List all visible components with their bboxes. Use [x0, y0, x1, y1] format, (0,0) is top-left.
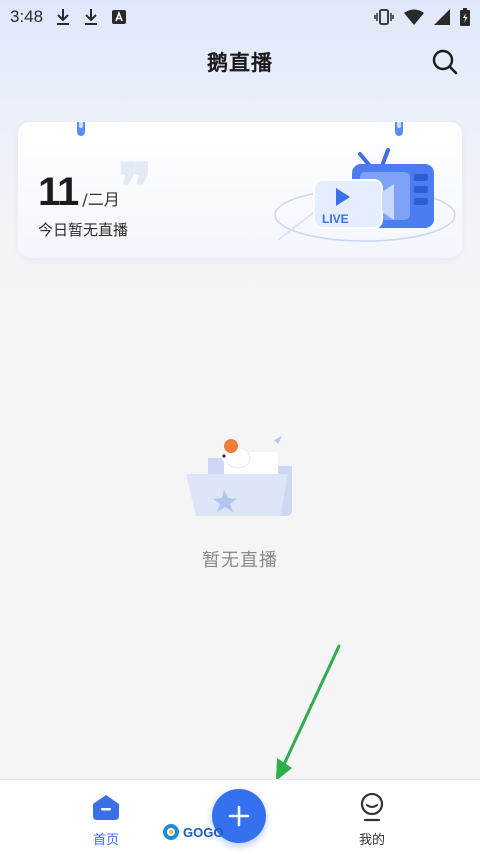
status-bar: 3:48: [0, 0, 480, 34]
profile-icon: [360, 792, 384, 822]
download-icon: [57, 9, 70, 25]
empty-state-text: 暂无直播: [202, 550, 278, 571]
battery-icon: [460, 8, 470, 26]
watermark-text: GOGO: [183, 824, 224, 840]
date-line: 11 / 二月: [38, 170, 120, 215]
vibrate-icon: [374, 9, 394, 25]
app-notification-icon: [112, 10, 127, 24]
header: 鹅直播: [0, 40, 480, 84]
tab-mine[interactable]: 我的: [322, 780, 422, 854]
signal-icon: [434, 9, 450, 25]
download-icon: [85, 9, 98, 25]
status-time: 3:48: [10, 7, 44, 26]
date-day: 11: [38, 170, 79, 214]
page-title: 鹅直播: [207, 51, 273, 75]
date-month: 二月: [87, 190, 120, 209]
home-icon: [93, 795, 119, 820]
tab-home-label: 首页: [92, 833, 119, 848]
live-badge-text: LIVE: [322, 212, 349, 226]
status-right: [374, 8, 470, 26]
status-left: 3:48: [10, 7, 127, 27]
wifi-icon: [404, 9, 424, 25]
live-tv-illustration: LIVE: [274, 148, 456, 242]
watermark-logo: GOGO: [162, 822, 223, 842]
search-icon: [432, 49, 458, 75]
search-button[interactable]: [430, 47, 460, 77]
quote-decoration: ❞: [118, 150, 153, 225]
calendar-ring-right: [395, 122, 403, 136]
calendar-ring-left: [77, 122, 85, 136]
empty-folder-illustration: [186, 436, 292, 516]
tab-mine-label: 我的: [358, 833, 385, 848]
watermark-icon: [163, 824, 179, 840]
date-card: ❞ 11 / 二月 今日暂无直播 LIVE: [18, 122, 462, 258]
live-status-text: 今日暂无直播: [38, 221, 129, 239]
tab-home[interactable]: 首页: [56, 780, 156, 854]
plus-icon: [228, 805, 250, 827]
